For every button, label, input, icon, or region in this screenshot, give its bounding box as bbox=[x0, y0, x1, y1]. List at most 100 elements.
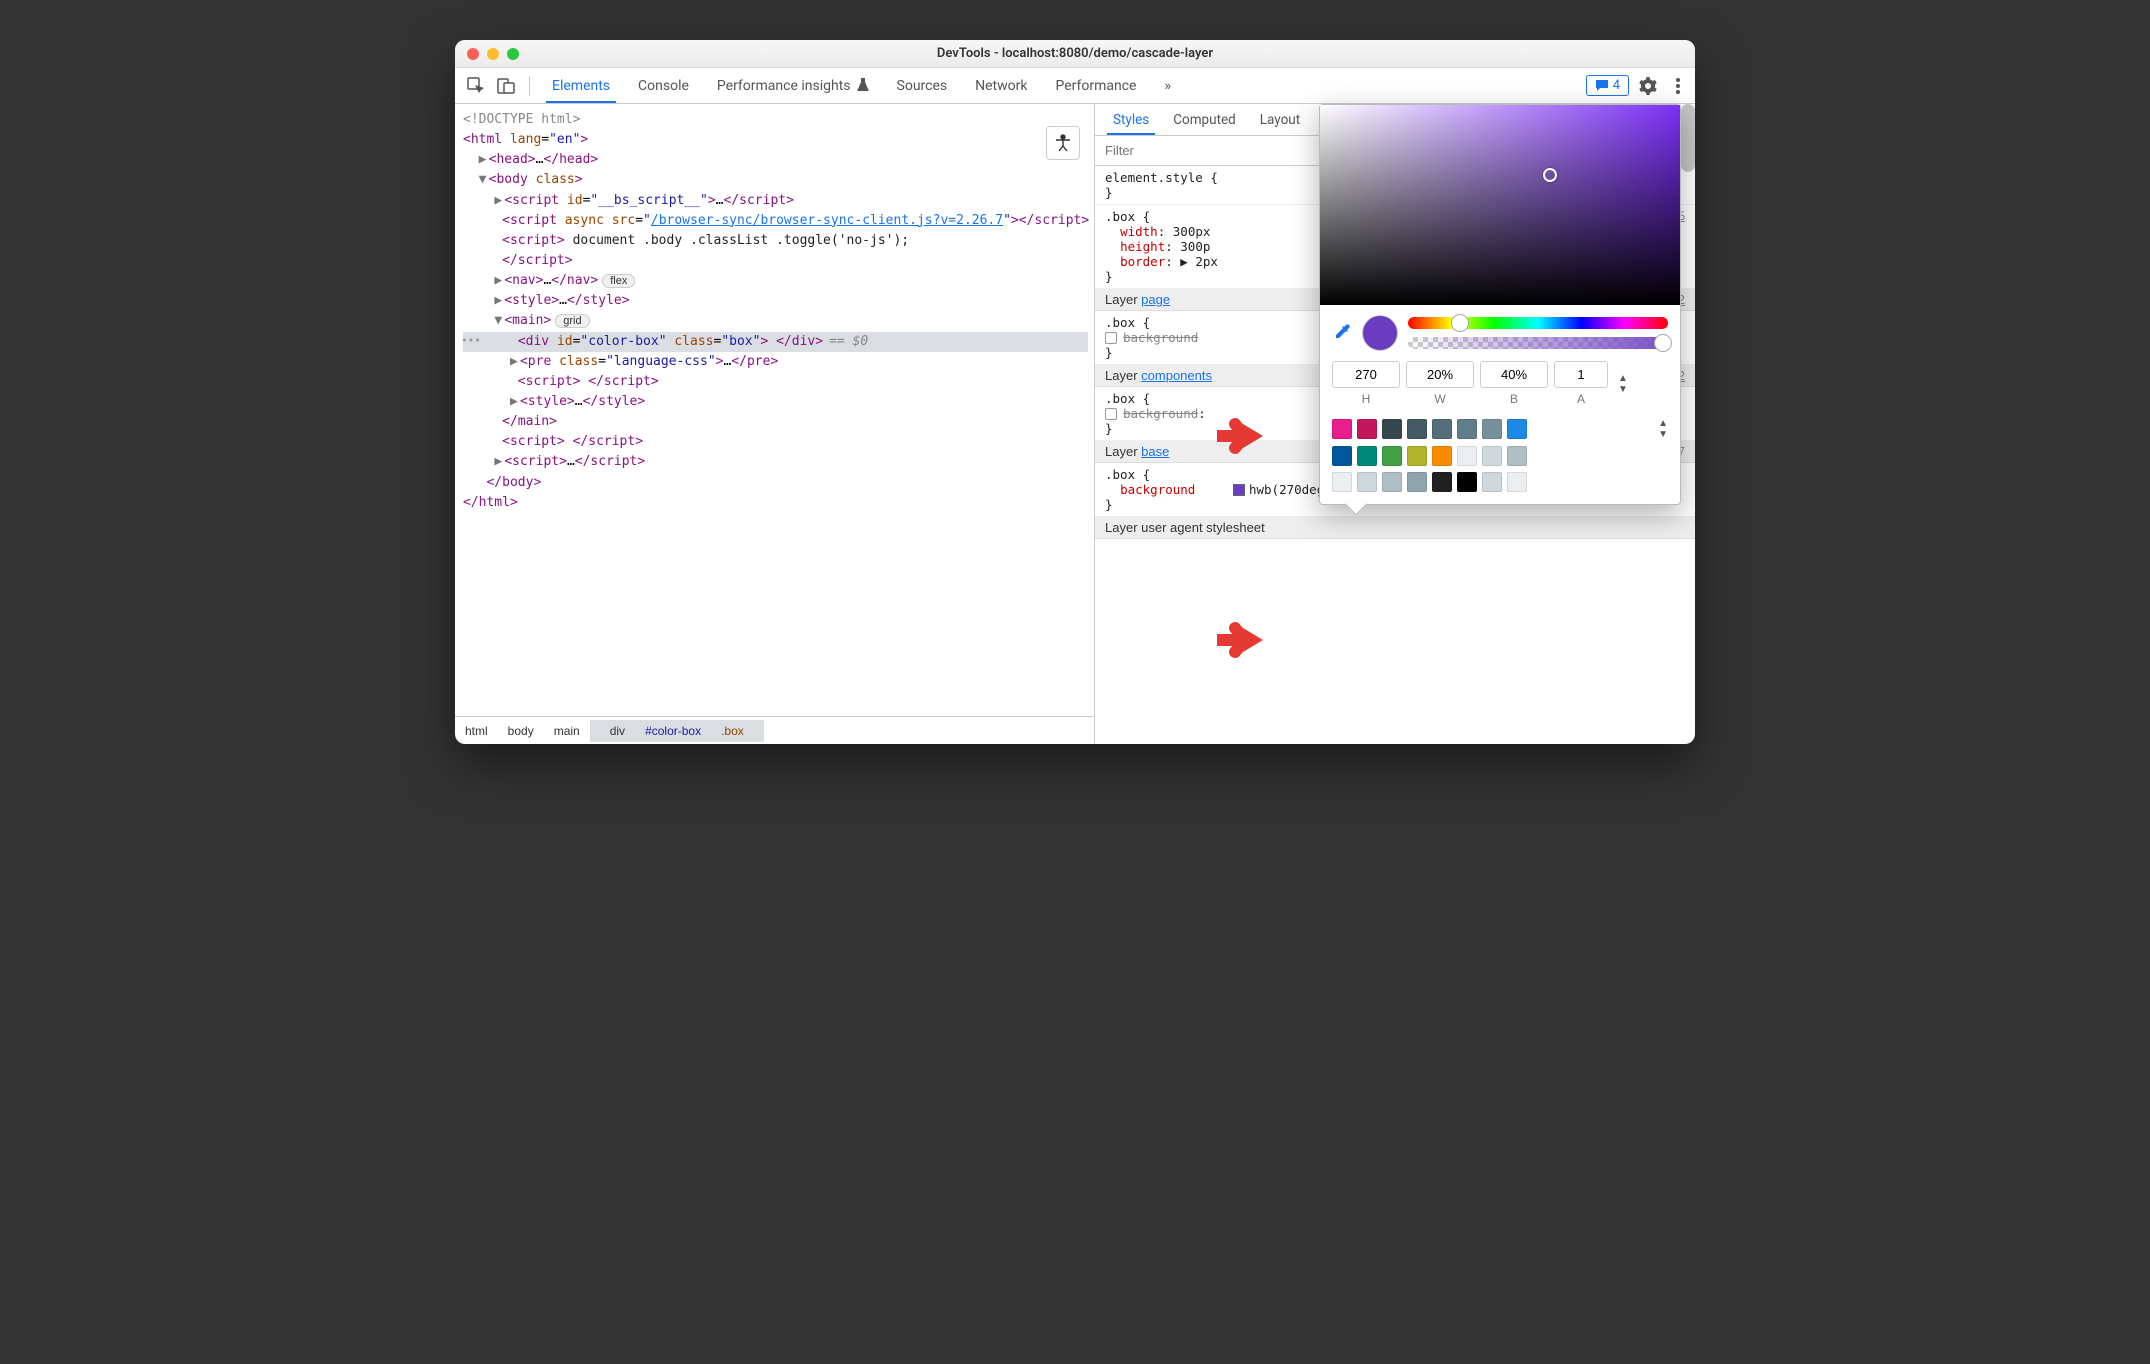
dom-script-1[interactable]: ▶<script id="__bs_script__">…</script> bbox=[463, 191, 1088, 211]
palette-chip[interactable] bbox=[1507, 446, 1527, 466]
w-input[interactable] bbox=[1406, 361, 1474, 388]
palette-chip[interactable] bbox=[1457, 472, 1477, 492]
subtab-layout[interactable]: Layout bbox=[1248, 104, 1312, 135]
dom-head[interactable]: ▶<head>…</head> bbox=[463, 150, 1088, 170]
palette-chip[interactable] bbox=[1457, 419, 1477, 439]
dom-nav[interactable]: ▶<nav>…</nav>flex bbox=[463, 271, 1088, 291]
row-actions-icon[interactable]: ••• bbox=[461, 332, 481, 349]
palette-chip[interactable] bbox=[1407, 472, 1427, 492]
color-field-cursor[interactable] bbox=[1543, 168, 1557, 182]
format-switch[interactable]: ▲▼ bbox=[1618, 373, 1628, 395]
alpha-thumb[interactable] bbox=[1654, 334, 1672, 352]
tab-sources[interactable]: Sources bbox=[883, 68, 962, 103]
tab-console[interactable]: Console bbox=[624, 68, 703, 103]
minimize-icon[interactable] bbox=[487, 48, 499, 60]
palette-chip[interactable] bbox=[1382, 419, 1402, 439]
dom-pre[interactable]: ▶<pre class="language-css">…</pre> bbox=[463, 352, 1088, 372]
chevron-down-icon: ▼ bbox=[1618, 384, 1628, 395]
device-toolbar-icon[interactable] bbox=[493, 73, 519, 99]
dom-tree[interactable]: <!DOCTYPE html> <html lang="en"> ▶<head>… bbox=[455, 104, 1094, 716]
breadcrumb-item[interactable]: body bbox=[498, 720, 544, 742]
palette-chip[interactable] bbox=[1332, 472, 1352, 492]
layer-link[interactable]: base bbox=[1141, 444, 1169, 459]
breadcrumb[interactable]: html body main div#color-box.box bbox=[455, 716, 1094, 744]
inspect-element-icon[interactable] bbox=[463, 73, 489, 99]
accessibility-icon[interactable] bbox=[1046, 126, 1080, 160]
palette-chip[interactable] bbox=[1332, 446, 1352, 466]
tab-elements[interactable]: Elements bbox=[538, 68, 624, 103]
palette-chip[interactable] bbox=[1482, 472, 1502, 492]
h-label: H bbox=[1332, 392, 1400, 406]
close-icon[interactable] bbox=[467, 48, 479, 60]
h-input[interactable] bbox=[1332, 361, 1400, 388]
gear-icon[interactable] bbox=[1637, 75, 1659, 97]
dom-doctype[interactable]: <!DOCTYPE html> bbox=[463, 110, 1088, 130]
dom-script-3[interactable]: <script> document .body .classList .togg… bbox=[463, 231, 1088, 271]
subtab-computed[interactable]: Computed bbox=[1161, 104, 1248, 135]
a-label: A bbox=[1554, 392, 1608, 406]
b-input[interactable] bbox=[1480, 361, 1548, 388]
hue-thumb[interactable] bbox=[1451, 314, 1469, 332]
palette-chip[interactable] bbox=[1382, 472, 1402, 492]
chevron-up-icon: ▲ bbox=[1658, 418, 1668, 429]
palette-chip[interactable] bbox=[1457, 446, 1477, 466]
palette-scroll[interactable]: ▲▼ bbox=[1658, 418, 1668, 440]
tab-performance-insights[interactable]: Performance insights bbox=[703, 68, 883, 103]
chevron-up-icon: ▲ bbox=[1618, 373, 1628, 384]
palette-chip[interactable] bbox=[1357, 419, 1377, 439]
palette-chip[interactable] bbox=[1482, 419, 1502, 439]
palette-chip[interactable] bbox=[1357, 472, 1377, 492]
layer-link[interactable]: page bbox=[1141, 292, 1170, 307]
dom-script-5[interactable]: <script> </script> bbox=[463, 432, 1088, 452]
palette-chip[interactable] bbox=[1432, 419, 1452, 439]
palette-chip[interactable] bbox=[1482, 446, 1502, 466]
palette-row bbox=[1332, 472, 1668, 492]
breadcrumb-item[interactable]: html bbox=[455, 720, 498, 742]
palette-chip[interactable] bbox=[1432, 472, 1452, 492]
eyedropper-icon[interactable] bbox=[1332, 323, 1352, 343]
tab-network[interactable]: Network bbox=[961, 68, 1041, 103]
dom-script-4[interactable]: <script> </script> bbox=[463, 372, 1088, 392]
dom-script-2[interactable]: <script async src="/browser-sync/browser… bbox=[463, 211, 1088, 231]
dom-html-open[interactable]: <html lang="en"> bbox=[463, 130, 1088, 150]
layer-link[interactable]: components bbox=[1141, 368, 1212, 383]
breadcrumb-selected[interactable]: div#color-box.box bbox=[590, 720, 764, 742]
palette-chip[interactable] bbox=[1407, 446, 1427, 466]
dom-body-close[interactable]: </body> bbox=[463, 473, 1088, 493]
kebab-icon[interactable] bbox=[1667, 75, 1689, 97]
dom-main-close[interactable]: </main> bbox=[463, 412, 1088, 432]
checkbox[interactable] bbox=[1105, 408, 1117, 420]
palette-chip[interactable] bbox=[1357, 446, 1377, 466]
color-swatch[interactable] bbox=[1233, 484, 1245, 496]
main-toolbar: Elements Console Performance insights So… bbox=[455, 68, 1695, 104]
a-input[interactable] bbox=[1554, 361, 1608, 388]
color-field[interactable] bbox=[1320, 105, 1680, 305]
palette-chip[interactable] bbox=[1332, 419, 1352, 439]
dom-html-close[interactable]: </html> bbox=[463, 493, 1088, 513]
dom-body-open[interactable]: ▼<body class> bbox=[463, 170, 1088, 190]
filter-input[interactable] bbox=[1095, 143, 1255, 158]
palette-chip[interactable] bbox=[1407, 419, 1427, 439]
palette-chip[interactable] bbox=[1507, 472, 1527, 492]
tab-performance[interactable]: Performance bbox=[1041, 68, 1150, 103]
dom-script-6[interactable]: ▶<script>…</script> bbox=[463, 452, 1088, 472]
dom-selected-div[interactable]: ••• <div id="color-box" class="box"> </d… bbox=[463, 332, 1088, 352]
dom-style-1[interactable]: ▶<style>…</style> bbox=[463, 291, 1088, 311]
palette-chip[interactable] bbox=[1382, 446, 1402, 466]
palette-chip[interactable] bbox=[1432, 446, 1452, 466]
dom-style-2[interactable]: ▶<style>…</style> bbox=[463, 392, 1088, 412]
dom-main-open[interactable]: ▼<main>grid bbox=[463, 311, 1088, 331]
alpha-slider[interactable] bbox=[1408, 337, 1668, 349]
maximize-icon[interactable] bbox=[507, 48, 519, 60]
flask-icon bbox=[857, 77, 869, 95]
subtab-styles[interactable]: Styles bbox=[1101, 104, 1161, 135]
scrollbar-thumb[interactable] bbox=[1681, 104, 1695, 172]
hue-slider[interactable] bbox=[1408, 317, 1668, 329]
palette-chip[interactable] bbox=[1507, 419, 1527, 439]
breadcrumb-item[interactable]: main bbox=[544, 720, 590, 742]
issues-badge[interactable]: 4 bbox=[1586, 75, 1629, 96]
cp-controls bbox=[1320, 305, 1680, 361]
main-tabs-overflow[interactable]: » bbox=[1150, 68, 1185, 103]
color-picker[interactable]: H W B A ▲▼ ▲▼ bbox=[1319, 104, 1681, 505]
checkbox[interactable] bbox=[1105, 332, 1117, 344]
